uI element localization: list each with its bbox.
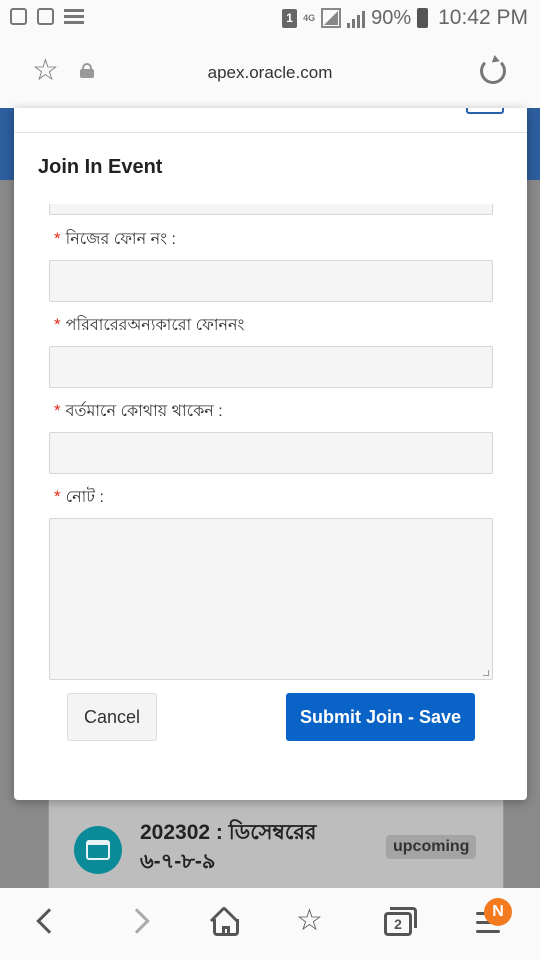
notification-badge: N [484,898,512,926]
resize-handle[interactable] [483,670,489,676]
family-phone-input[interactable] [49,346,493,388]
status-indicators: 1 4G 90% 10:42 PM [282,6,528,30]
field-label-note: * নোট : [54,487,104,506]
previous-field-input[interactable] [49,204,493,215]
screenshot-icon [10,8,27,25]
list-icon [64,8,84,25]
join-event-dialog: Join In Event * নিজের ফোন নং : * পরিবারেরঅ… [14,108,527,800]
notification-icons [10,8,84,25]
required-marker: * [54,401,61,420]
status-bar: 1 4G 90% 10:42 PM [0,0,540,36]
reload-icon[interactable] [480,58,506,84]
forward-icon[interactable] [124,908,150,934]
submit-join-button[interactable]: Submit Join - Save [286,693,475,741]
required-marker: * [54,315,61,334]
own-phone-input[interactable] [49,260,493,302]
network-type: 4G [303,12,316,23]
url-bar[interactable]: apex.oracle.com [0,63,540,83]
dialog-body[interactable]: * নিজের ফোন নং : * পরিবারেরঅন্যকারো ফোননং … [14,204,527,689]
hidden-control[interactable] [466,108,504,114]
field-label-current-location: * বর্তমানে কোথায় থাকেন : [54,401,223,420]
bookmarks-icon[interactable]: ☆ [296,904,323,938]
calendar-user-icon [74,826,122,874]
signal-icon [321,8,342,28]
current-location-input[interactable] [49,432,493,474]
home-icon[interactable] [209,905,240,938]
field-label-own-phone: * নিজের ফোন নং : [54,229,176,248]
dialog-title: Join In Event [38,156,163,178]
cancel-button[interactable]: Cancel [67,693,157,741]
tabs-icon[interactable]: 2 [384,907,417,936]
battery-percent: 90% [371,6,412,29]
back-icon[interactable] [36,908,62,934]
event-title: 202302 : ডিসেম্বরের ৬-৭-৮-৯ [140,821,317,873]
browser-bottom-nav: ☆ 2 [0,888,540,960]
field-label-family-phone: * পরিবারেরঅন্যকারো ফোননং [54,315,245,334]
status-badge: upcoming [386,835,477,859]
browser-toolbar: ☆ apex.oracle.com [0,36,540,108]
required-marker: * [54,229,61,248]
note-textarea[interactable] [49,518,493,680]
divider [14,132,527,133]
image-icon [37,8,54,25]
required-marker: * [54,487,61,506]
signal-bars-icon [347,8,366,28]
battery-icon [417,8,429,28]
clock: 10:42 PM [438,6,528,29]
sim-icon: 1 [282,8,298,28]
